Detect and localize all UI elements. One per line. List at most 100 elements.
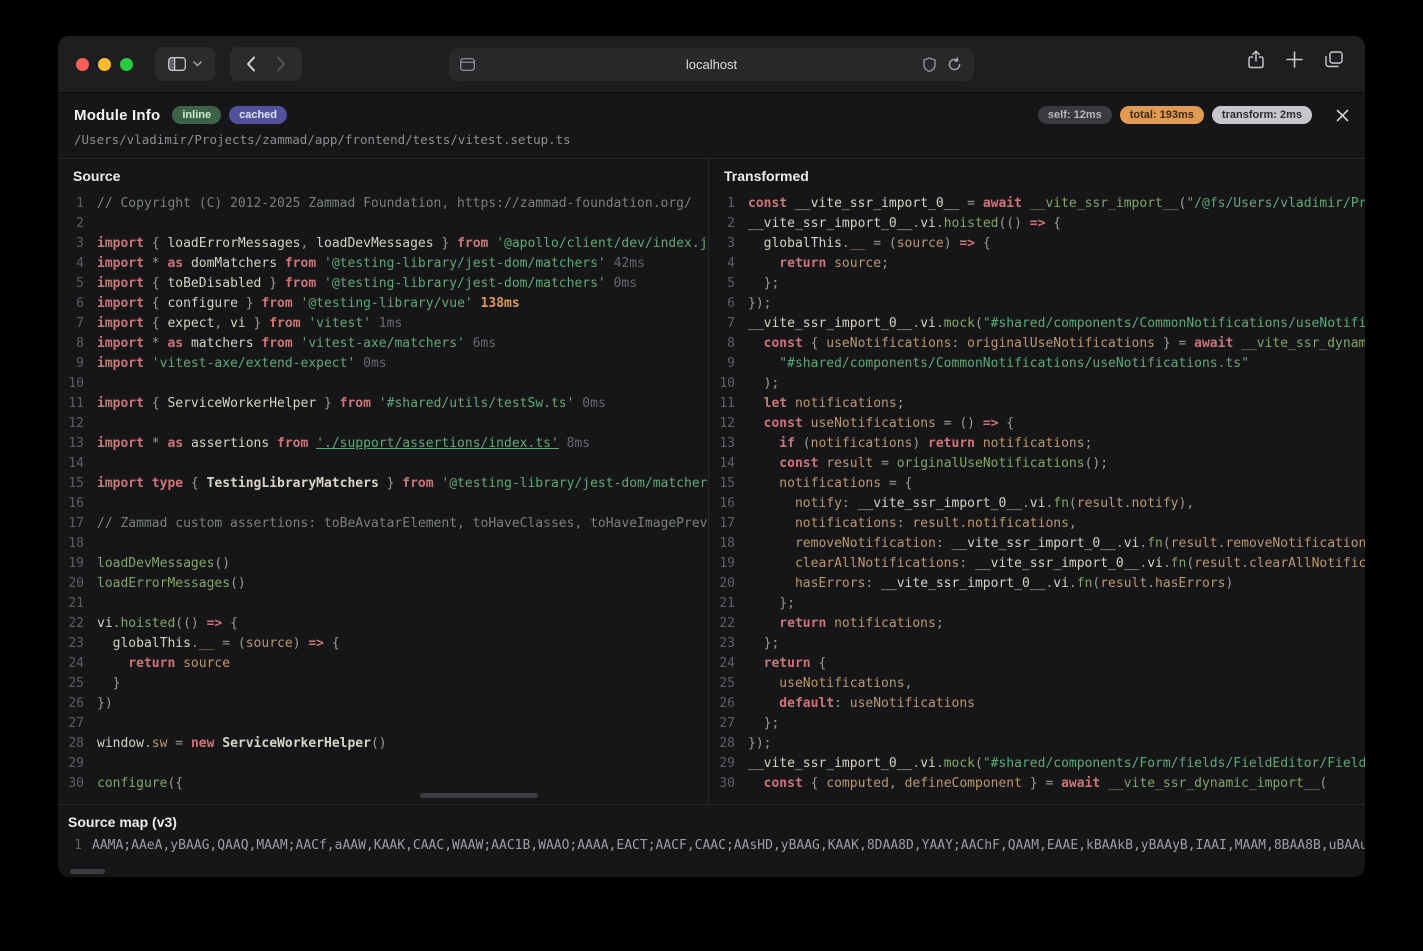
code-line: 12 xyxy=(58,414,708,434)
code-line: 11import { ServiceWorkerHelper } from '#… xyxy=(58,394,708,414)
privacy-shield-icon[interactable] xyxy=(923,57,936,72)
transform-time-badge: transform: 2ms xyxy=(1212,106,1312,124)
line-number: 15 xyxy=(709,474,735,494)
line-number: 4 xyxy=(709,254,735,274)
titlebar-actions xyxy=(1248,50,1343,69)
code-line: 5import { toBeDisabled } from '@testing-… xyxy=(58,274,708,294)
code-line: 23 }; xyxy=(709,634,1365,654)
source-panel-title: Source xyxy=(58,159,708,194)
code-line: 2__vite_ssr_import_0__.vi.hoisted(() => … xyxy=(709,214,1365,234)
close-window-button[interactable] xyxy=(76,58,89,71)
line-number: 28 xyxy=(58,734,84,754)
minimize-window-button[interactable] xyxy=(98,58,111,71)
code-line: 20 hasErrors: __vite_ssr_import_0__.vi.f… xyxy=(709,574,1365,594)
code-line: 27 }; xyxy=(709,714,1365,734)
code-line: 8 const { useNotifications: originalUseN… xyxy=(709,334,1365,354)
line-number: 19 xyxy=(58,554,84,574)
code-line: 15import type { TestingLibraryMatchers }… xyxy=(58,474,708,494)
horizontal-scrollbar[interactable] xyxy=(70,869,105,874)
code-line: 6}); xyxy=(709,294,1365,314)
code-line: 12 const useNotifications = () => { xyxy=(709,414,1365,434)
forward-button[interactable] xyxy=(276,56,286,72)
code-line: 17// Zammad custom assertions: toBeAvata… xyxy=(58,514,708,534)
line-number: 27 xyxy=(58,714,84,734)
new-tab-icon[interactable] xyxy=(1286,51,1303,68)
code-line: 1// Copyright (C) 2012-2025 Zammad Found… xyxy=(58,194,708,214)
code-line: 8import * as matchers from 'vitest-axe/m… xyxy=(58,334,708,354)
sourcemap-section: Source map (v3) 1AAMA;AAeA,yBAAG,QAAQ,MA… xyxy=(58,804,1365,877)
code-line: 10 xyxy=(58,374,708,394)
code-line: 25 } xyxy=(58,674,708,694)
page-icon xyxy=(460,58,475,71)
code-line: 3import { loadErrorMessages, loadDevMess… xyxy=(58,234,708,254)
code-line: 2 xyxy=(58,214,708,234)
reload-icon[interactable] xyxy=(947,57,962,72)
transformed-panel: Transformed 1const __vite_ssr_import_0__… xyxy=(708,159,1365,804)
code-line: 19 clearAllNotifications: __vite_ssr_imp… xyxy=(709,554,1365,574)
code-line: 29__vite_ssr_import_0__.vi.mock("#shared… xyxy=(709,754,1365,774)
line-number: 20 xyxy=(58,574,84,594)
line-number: 22 xyxy=(58,614,84,634)
code-line: 21 xyxy=(58,594,708,614)
chevron-down-icon xyxy=(193,61,202,67)
sidebar-icon xyxy=(168,57,186,71)
code-line: 19loadDevMessages() xyxy=(58,554,708,574)
code-line: 4 return source; xyxy=(709,254,1365,274)
line-number: 20 xyxy=(709,574,735,594)
code-line: 9import 'vitest-axe/extend-expect' 0ms xyxy=(58,354,708,374)
close-panel-button[interactable] xyxy=(1336,109,1349,122)
line-number: 13 xyxy=(709,434,735,454)
code-line: 13import * as assertions from './support… xyxy=(58,434,708,454)
transformed-code: 1const __vite_ssr_import_0__ = await __v… xyxy=(709,194,1365,794)
code-line: 25 useNotifications, xyxy=(709,674,1365,694)
line-number: 23 xyxy=(58,634,84,654)
code-line: 7__vite_ssr_import_0__.vi.mock("#shared/… xyxy=(709,314,1365,334)
code-panels: Source 1// Copyright (C) 2012-2025 Zamma… xyxy=(58,158,1365,804)
line-number: 13 xyxy=(58,434,84,454)
line-number: 22 xyxy=(709,614,735,634)
line-number: 19 xyxy=(709,554,735,574)
share-icon[interactable] xyxy=(1248,50,1264,69)
source-panel: Source 1// Copyright (C) 2012-2025 Zamma… xyxy=(58,159,708,804)
code-line: 15 notifications = { xyxy=(709,474,1365,494)
navigation-buttons xyxy=(230,47,302,81)
code-line: 18 xyxy=(58,534,708,554)
code-line: 28window.sw = new ServiceWorkerHelper() xyxy=(58,734,708,754)
line-number: 15 xyxy=(58,474,84,494)
code-line: 22vi.hoisted(() => { xyxy=(58,614,708,634)
module-file-path: /Users/vladimir/Projects/zammad/app/fron… xyxy=(74,132,1349,147)
window-controls xyxy=(76,58,133,71)
code-line: 11 let notifications; xyxy=(709,394,1365,414)
line-number: 25 xyxy=(58,674,84,694)
line-number: 26 xyxy=(58,694,84,714)
horizontal-scrollbar[interactable] xyxy=(420,793,538,798)
code-line: 13 if (notifications) return notificatio… xyxy=(709,434,1365,454)
url-text: localhost xyxy=(449,57,974,72)
zoom-window-button[interactable] xyxy=(120,58,133,71)
transformed-panel-title: Transformed xyxy=(709,159,1365,194)
tab-overview-icon[interactable] xyxy=(1325,51,1343,68)
line-number: 12 xyxy=(58,414,84,434)
line-number: 18 xyxy=(709,534,735,554)
module-info-header: Module Info inline cached self: 12ms tot… xyxy=(58,93,1365,158)
source-code: 1// Copyright (C) 2012-2025 Zammad Found… xyxy=(58,194,708,794)
code-line: 4import * as domMatchers from '@testing-… xyxy=(58,254,708,274)
line-number: 1 xyxy=(709,194,735,214)
code-line: 6import { configure } from '@testing-lib… xyxy=(58,294,708,314)
code-line: 24 return source xyxy=(58,654,708,674)
line-number: 17 xyxy=(709,514,735,534)
browser-window: localhost xyxy=(58,36,1365,877)
code-line: 20loadErrorMessages() xyxy=(58,574,708,594)
back-button[interactable] xyxy=(246,56,256,72)
code-line: 1const __vite_ssr_import_0__ = await __v… xyxy=(709,194,1365,214)
total-time-badge: total: 193ms xyxy=(1120,106,1204,124)
line-number: 4 xyxy=(58,254,84,274)
code-line: 30 const { computed, defineComponent } =… xyxy=(709,774,1365,794)
code-line: 3 globalThis.__ = (source) => { xyxy=(709,234,1365,254)
code-line: 23 globalThis.__ = (source) => { xyxy=(58,634,708,654)
sidebar-toggle-button[interactable] xyxy=(155,47,215,81)
code-line: 26 default: useNotifications xyxy=(709,694,1365,714)
address-bar[interactable]: localhost xyxy=(449,48,974,81)
line-number: 1 xyxy=(58,194,84,214)
browser-titlebar: localhost xyxy=(58,36,1365,93)
